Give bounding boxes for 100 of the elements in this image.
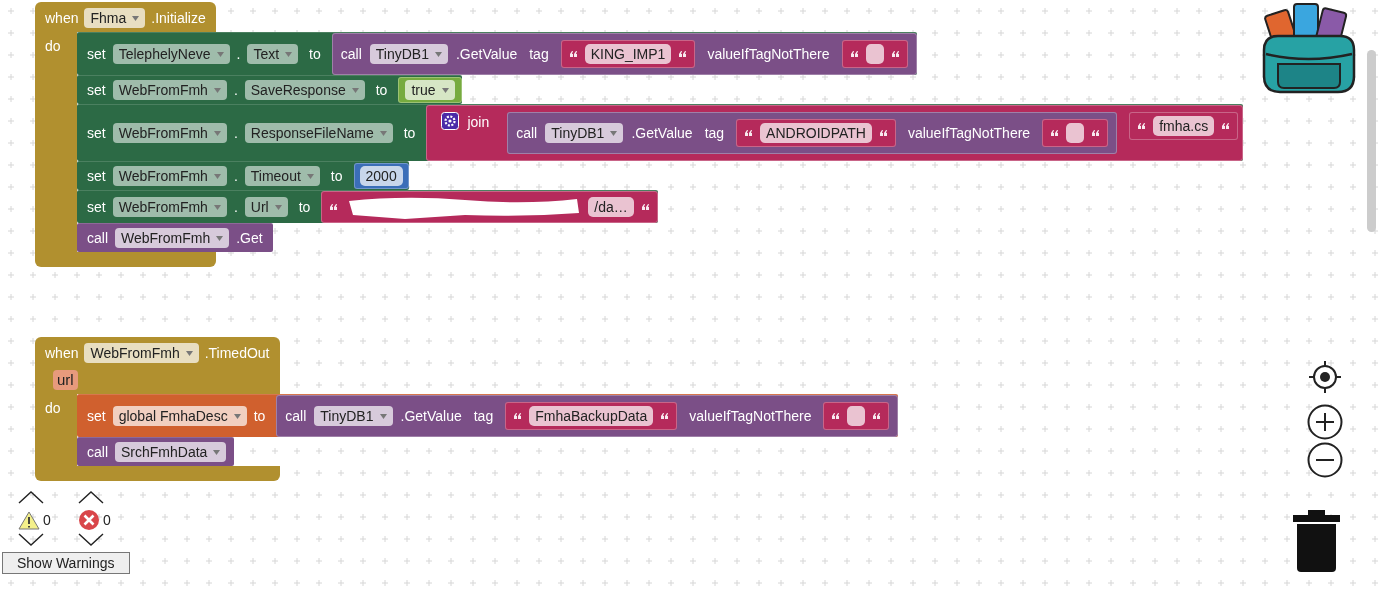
keyword-label: set (87, 81, 106, 100)
keyword-label: set (87, 198, 106, 217)
text-field[interactable]: KING_IMP1 (584, 44, 672, 64)
caret-icon (441, 87, 449, 93)
quote-icon (745, 130, 753, 136)
quote-icon (891, 51, 899, 57)
gear-icon[interactable] (441, 112, 460, 130)
variable-dropdown[interactable]: global FmhaDesc (112, 406, 247, 426)
keyword-label: call (340, 45, 362, 64)
keyword-label: to (375, 81, 388, 100)
caret-icon (285, 51, 293, 57)
quote-icon (679, 51, 687, 57)
argument-label: tag (704, 124, 725, 143)
show-warnings-button[interactable]: Show Warnings (2, 552, 130, 574)
quote-icon (330, 204, 338, 210)
parameter-chip[interactable]: url (53, 370, 78, 390)
number-field[interactable]: 2000 (359, 166, 403, 186)
argument-label: tag (529, 45, 549, 64)
property-dropdown[interactable]: SaveResponse (244, 80, 365, 100)
quote-icon (879, 130, 887, 136)
method-label: .Get (236, 229, 263, 248)
text-field[interactable] (847, 406, 866, 426)
dot-label: . (233, 167, 238, 186)
keyword-label: set (87, 124, 106, 143)
quote-icon (832, 413, 840, 419)
caret-icon (379, 130, 387, 136)
keyword-label: to (403, 124, 416, 143)
keyword-label: to (298, 198, 311, 217)
argument-label: valueIfTagNotThere (907, 124, 1031, 143)
quote-icon (1051, 130, 1059, 136)
property-dropdown[interactable]: Url (244, 197, 288, 217)
procedure-dropdown[interactable]: SrchFmhData (115, 442, 227, 462)
caret-icon (233, 413, 241, 419)
text-field[interactable]: FmhaBackupData (529, 406, 654, 426)
caret-icon (213, 130, 221, 136)
keyword-label: do (45, 38, 61, 54)
quote-icon (1222, 123, 1230, 129)
property-dropdown[interactable]: Timeout (244, 166, 320, 186)
caret-icon (435, 51, 442, 57)
quote-icon (641, 204, 649, 210)
caret-icon (216, 235, 224, 241)
dot-label: . (236, 45, 241, 64)
argument-label: valueIfTagNotThere (689, 407, 812, 426)
warning-icon (18, 510, 40, 530)
caret-icon (379, 413, 387, 419)
text-field[interactable]: /da… (588, 197, 634, 217)
caret-icon (351, 87, 359, 93)
property-dropdown[interactable]: ResponseFileName (244, 123, 393, 143)
warning-count: 0 (43, 512, 51, 528)
boolean-dropdown[interactable]: true (405, 80, 455, 100)
component-dropdown[interactable]: WebFromFmh (115, 228, 230, 248)
error-icon (78, 509, 100, 531)
component-dropdown[interactable]: WebFromFmh (84, 343, 199, 363)
quote-icon (661, 413, 669, 419)
scrollbar[interactable] (1367, 50, 1376, 232)
component-dropdown[interactable]: TinyDB1 (545, 123, 624, 143)
caret-icon (274, 204, 282, 210)
property-dropdown[interactable]: Text (247, 44, 299, 64)
component-dropdown[interactable]: TelephelyNeve (112, 44, 230, 64)
caret-icon (185, 350, 193, 356)
keyword-label: to (253, 407, 266, 426)
keyword-label: call (516, 124, 538, 143)
keyword-label: to (330, 167, 343, 186)
caret-icon (213, 204, 221, 210)
component-dropdown[interactable]: WebFromFmh (112, 197, 227, 217)
component-dropdown[interactable]: WebFromFmh (112, 166, 227, 186)
keyword-label: call (285, 407, 307, 426)
event-name-label: .TimedOut (204, 344, 270, 363)
quote-icon (1092, 130, 1100, 136)
keyword-label: set (87, 407, 106, 426)
text-field[interactable]: ANDROIDPATH (760, 123, 872, 143)
component-dropdown[interactable]: WebFromFmh (112, 80, 227, 100)
error-count: 0 (103, 512, 111, 528)
argument-label: tag (473, 407, 494, 426)
method-label: .GetValue (456, 45, 518, 64)
text-field[interactable] (865, 44, 884, 64)
caret-icon (306, 173, 314, 179)
recenter-icon[interactable] (1308, 360, 1342, 394)
event-name-label: .Initialize (151, 9, 206, 28)
text-field[interactable] (1066, 123, 1085, 143)
quote-icon (514, 413, 522, 419)
method-label: .GetValue (400, 407, 462, 426)
component-dropdown[interactable]: TinyDB1 (314, 406, 393, 426)
text-field[interactable]: fmha.cs (1153, 116, 1215, 136)
caret-icon (610, 130, 618, 136)
caret-icon (213, 87, 221, 93)
component-dropdown[interactable]: Fhma (84, 8, 146, 28)
method-label: .GetValue (631, 124, 693, 143)
argument-label: valueIfTagNotThere (707, 45, 830, 64)
caret-icon (132, 15, 140, 21)
component-dropdown[interactable]: TinyDB1 (369, 44, 448, 64)
keyword-label: when (45, 9, 79, 28)
dot-label: . (233, 81, 238, 100)
keyword-label: set (87, 167, 106, 186)
trash-icon[interactable] (1293, 510, 1340, 572)
component-dropdown[interactable]: WebFromFmh (112, 123, 227, 143)
quote-icon (850, 51, 858, 57)
zoom-out-icon[interactable] (1307, 442, 1343, 478)
zoom-in-icon[interactable] (1307, 404, 1343, 440)
caret-icon (213, 449, 221, 455)
